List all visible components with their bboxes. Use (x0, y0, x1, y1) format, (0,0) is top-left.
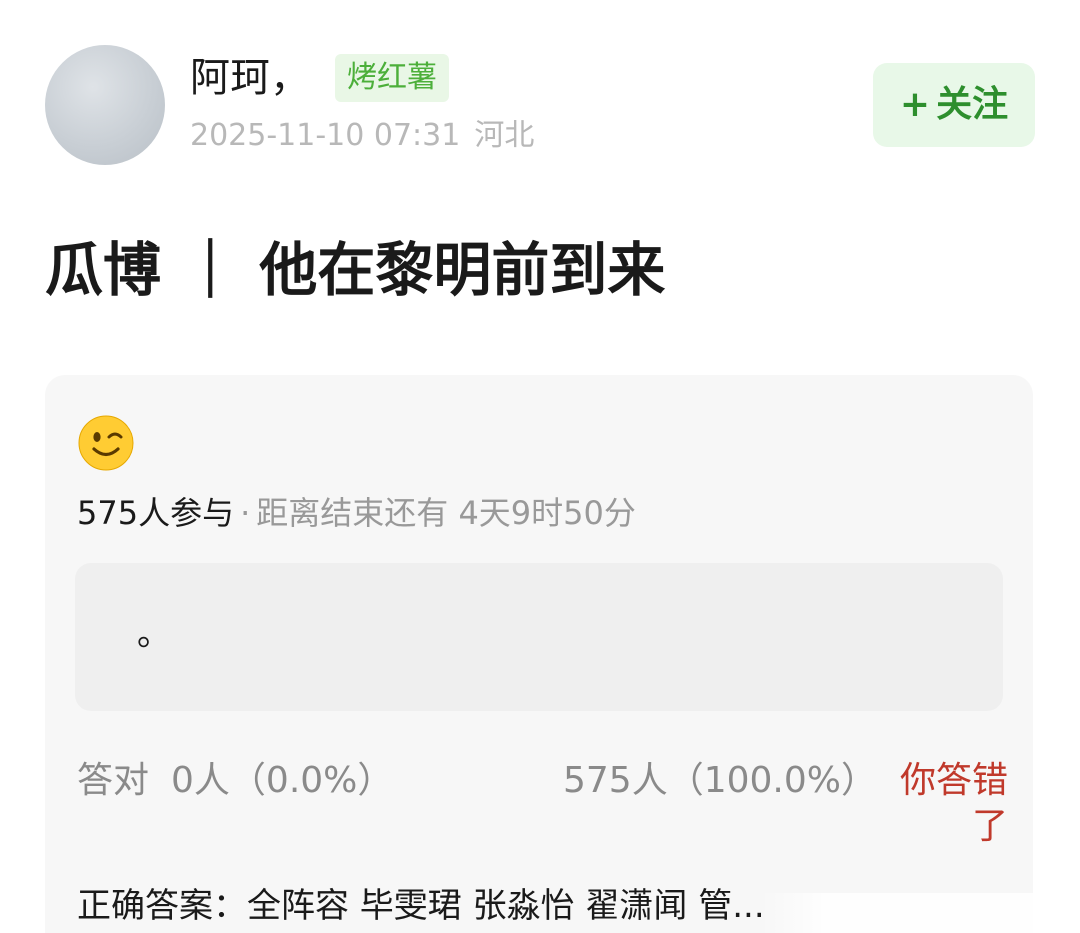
quiz-option[interactable]: 。 (75, 563, 1003, 711)
time-remaining: 距离结束还有 4天9时50分 (256, 494, 636, 532)
quiz-option-text: 。 (137, 614, 171, 654)
username[interactable]: 阿珂， (190, 52, 310, 104)
post-timestamp: 2025-11-10 07:31 (190, 118, 461, 153)
other-stat: 575人（100.0%） (563, 760, 877, 801)
wrong-answer-notice: 你答错了 (899, 760, 1008, 847)
plus-icon: + (899, 84, 931, 125)
follow-label: 关注 (936, 84, 1009, 125)
quiz-card: 575人参与 · 距离结束还有 4天9时50分 。 答对 0人（0.0%） 575人（… (45, 375, 1033, 933)
quiz-participants: 575人参与 · 距离结束还有 4天9时50分 (77, 490, 636, 536)
participant-count: 575人参与 (77, 494, 235, 532)
watermark-overlay (760, 893, 1080, 933)
weibo-post-screen: 阿珂， 烤红薯 2025-11-10 07:31 河北 + 关注 瓜博 ｜ 他在黎明… (0, 0, 1080, 933)
avatar[interactable] (45, 45, 165, 165)
post-meta: 2025-11-10 07:31 河北 (190, 115, 534, 157)
post-location: 河北 (474, 118, 535, 153)
user-tag-badge[interactable]: 烤红薯 (335, 54, 449, 102)
correct-count: 0人（0.0%） (171, 760, 394, 801)
separator-dot: · (240, 494, 251, 532)
follow-button[interactable]: + 关注 (873, 63, 1035, 147)
post-title: 瓜博 ｜ 他在黎明前到来 (45, 236, 666, 304)
correct-answer-line: 正确答案：全阵容 毕雯珺 张淼怡 翟潇闻 管... (77, 886, 765, 926)
correct-label: 答对 (77, 760, 150, 801)
winking-face-icon (78, 415, 134, 471)
correct-stat: 答对 0人（0.0%） (77, 758, 393, 804)
